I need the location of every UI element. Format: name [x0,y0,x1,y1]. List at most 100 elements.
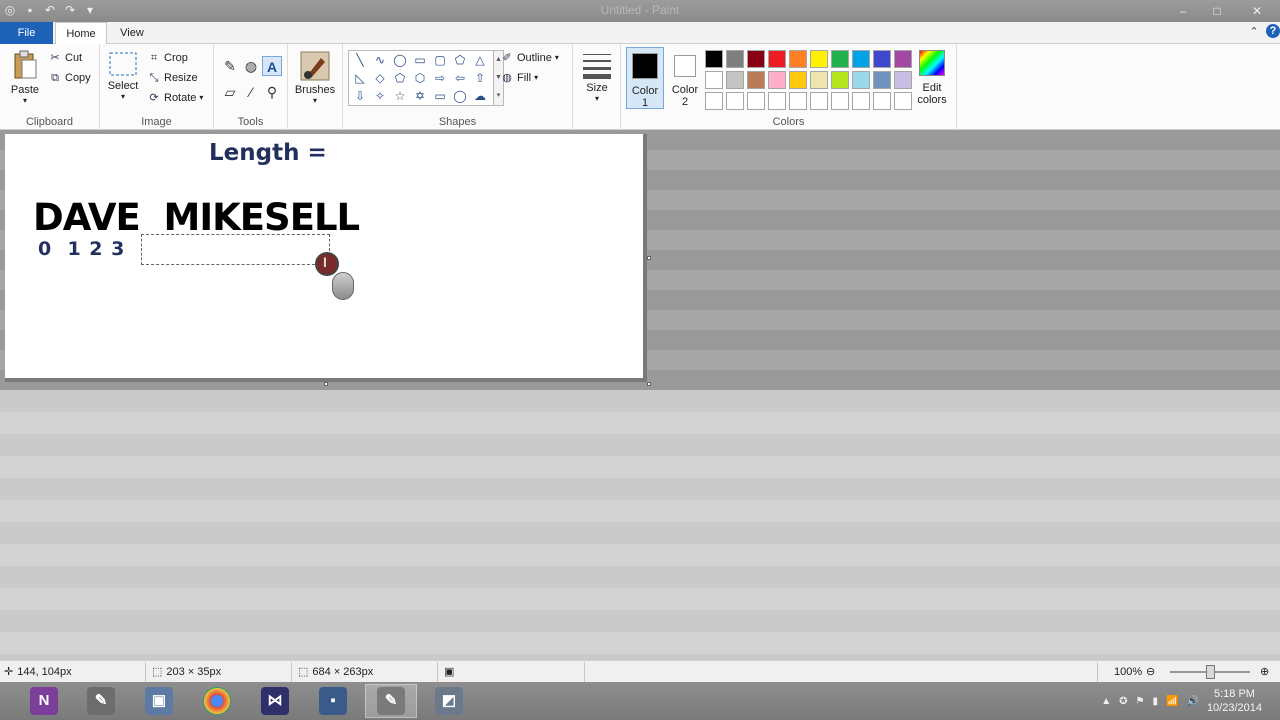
palette-swatch[interactable] [768,71,786,89]
zoom-in-icon[interactable]: ⊕ [1260,664,1269,680]
line-shape-icon[interactable]: ╲ [351,51,369,69]
signal-icon[interactable]: 📶 [1166,696,1178,707]
outline-button[interactable]: ✐ Outline ▾ [500,49,558,67]
ribbon-collapse-icon[interactable]: ⌃ [1246,24,1262,40]
up-arrow-shape-icon[interactable]: ⇧ [471,69,489,87]
palette-swatch[interactable] [852,92,870,110]
palette-swatch[interactable] [705,92,723,110]
chrome-taskbar-button[interactable] [191,684,243,718]
eraser-icon[interactable]: ▱ [220,82,240,102]
brushes-group[interactable]: Brushes ▾ [288,44,343,130]
palette-swatch[interactable] [747,92,765,110]
oval-callout-shape-icon[interactable]: ◯ [451,87,469,105]
palette-swatch[interactable] [894,92,912,110]
tab-view[interactable]: View [110,22,154,44]
rounded-callout-shape-icon[interactable]: ▭ [431,87,449,105]
palette-swatch[interactable] [789,71,807,89]
palette-swatch[interactable] [831,71,849,89]
palette-swatch[interactable] [747,71,765,89]
magnifier-icon[interactable]: ⚲ [262,82,282,102]
pencil-icon[interactable]: ✎ [220,56,240,76]
taskbar-clock[interactable]: 5:18 PM 10/23/2014 [1207,687,1262,715]
left-arrow-shape-icon[interactable]: ⇦ [451,69,469,87]
palette-swatch[interactable] [873,71,891,89]
palette-swatch[interactable] [726,71,744,89]
palette-swatch[interactable] [705,50,723,68]
paste-button[interactable]: Paste ▾ [6,48,44,105]
save-taskbar-button[interactable]: ▪ [307,684,359,718]
palette-swatch[interactable] [768,92,786,110]
app-taskbar-button[interactable]: ◩ [423,684,475,718]
close-button[interactable]: ✕ [1234,0,1280,22]
tray-expand-icon[interactable]: ▲ [1101,696,1111,707]
palette-swatch[interactable] [768,50,786,68]
fill-bucket-icon[interactable]: ◍ [241,56,261,76]
crop-button[interactable]: ⌗ Crop [147,49,188,67]
copy-button[interactable]: ⧉ Copy [48,69,91,87]
right-triangle-shape-icon[interactable]: ◺ [351,69,369,87]
virtualbox-taskbar-button[interactable]: ▣ [133,684,185,718]
diamond-shape-icon[interactable]: ◇ [371,69,389,87]
palette-swatch[interactable] [810,71,828,89]
palette-swatch[interactable] [705,71,723,89]
color-palette[interactable] [705,50,912,110]
zoom-slider-thumb[interactable] [1206,665,1215,679]
color-picker-icon[interactable]: ⁄ [241,82,261,102]
zoom-out-icon[interactable]: ⊖ [1146,664,1155,680]
palette-swatch[interactable] [831,50,849,68]
palette-swatch[interactable] [810,92,828,110]
action-center-icon[interactable]: ⚑ [1136,696,1145,707]
palette-swatch[interactable] [873,50,891,68]
help-icon[interactable]: ? [1266,24,1280,38]
palette-swatch[interactable] [894,50,912,68]
edit-colors-button[interactable]: Edit colors [913,47,951,106]
pentagon-shape-icon[interactable]: ⬠ [391,69,409,87]
down-arrow-shape-icon[interactable]: ⇩ [351,87,369,105]
oval-shape-icon[interactable]: ◯ [391,51,409,69]
palette-swatch[interactable] [852,71,870,89]
size-group[interactable]: Size ▾ [573,44,621,130]
resize-handle-corner[interactable] [647,382,651,386]
maximize-button[interactable]: □ [1200,0,1234,22]
palette-swatch[interactable] [747,50,765,68]
palette-swatch[interactable] [810,50,828,68]
palette-swatch[interactable] [726,92,744,110]
resize-button[interactable]: ⤡ Resize [147,69,198,87]
palette-swatch[interactable] [852,50,870,68]
cloud-callout-shape-icon[interactable]: ☁ [471,87,489,105]
hexagon-shape-icon[interactable]: ⬡ [411,69,429,87]
shapes-gallery[interactable]: ╲ ∿ ◯ ▭ ▢ ⬠ △ ◺ ◇ ⬠ ⬡ ⇨ ⇦ ⇧ ⇩ ✧ ☆ ✡ ▭ ◯ … [348,50,494,106]
color1-button[interactable]: Color 1 [626,47,664,109]
color2-button[interactable]: Color 2 [667,47,703,109]
six-point-star-shape-icon[interactable]: ✡ [411,87,429,105]
right-arrow-shape-icon[interactable]: ⇨ [431,69,449,87]
curve-shape-icon[interactable]: ∿ [371,51,389,69]
rotate-button[interactable]: ⟳ Rotate ▾ [147,89,203,107]
brushes-button[interactable]: Brushes ▾ [293,50,337,105]
size-button[interactable]: Size ▾ [579,50,615,103]
visual-studio-taskbar-button[interactable]: ⋈ [249,684,301,718]
palette-swatch[interactable] [789,92,807,110]
rounded-rectangle-shape-icon[interactable]: ▢ [431,51,449,69]
resize-handle-right[interactable] [647,256,651,260]
paint-taskbar-button[interactable]: ✎ [365,684,417,718]
tab-file[interactable]: File [0,22,53,44]
select-button[interactable]: Select ▾ [106,50,140,101]
tray-app-icon[interactable]: ✪ [1119,696,1127,707]
volume-icon[interactable]: 🔊 [1186,696,1198,707]
text-selection-box[interactable] [141,234,330,265]
tab-home[interactable]: Home [55,22,107,45]
onenote-taskbar-button[interactable]: N [18,684,70,718]
triangle-shape-icon[interactable]: △ [471,51,489,69]
network-icon[interactable]: ▮ [1153,696,1159,707]
palette-swatch[interactable] [789,50,807,68]
polygon-shape-icon[interactable]: ⬠ [451,51,469,69]
palette-swatch[interactable] [726,50,744,68]
minimize-button[interactable]: – [1166,0,1200,22]
resize-handle-bottom[interactable] [324,382,328,386]
cut-button[interactable]: ✂ Cut [48,49,82,67]
fill-button[interactable]: ◍ Fill ▾ [500,69,538,87]
palette-swatch[interactable] [873,92,891,110]
drawing-canvas[interactable]: Length = DAVE MIKESELL 0 1 2 3 I [5,134,651,386]
four-point-star-shape-icon[interactable]: ✧ [371,87,389,105]
